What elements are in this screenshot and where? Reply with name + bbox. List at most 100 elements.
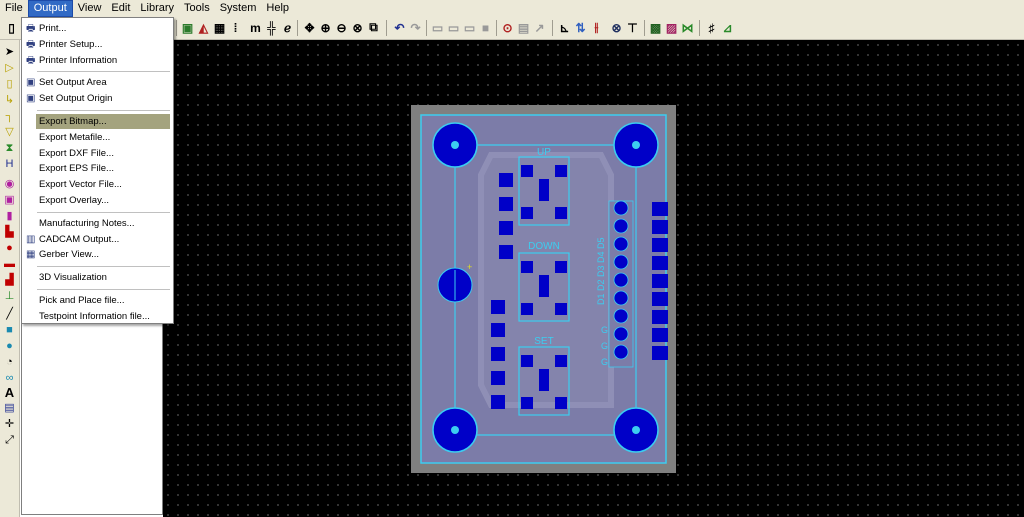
menu-item-export-eps-file[interactable]: Export EPS File... [23,161,171,176]
rectangle-icon[interactable]: ■ [3,324,16,337]
distribute-icon[interactable]: ■ [478,20,493,35]
zoom-out-icon[interactable]: ⊖ [334,20,349,35]
align-bottom-icon[interactable]: ▭ [462,20,477,35]
menu-edit[interactable]: Edit [106,0,135,17]
h-bridge-icon[interactable]: H [3,158,16,171]
part-icon[interactable]: ▯ [3,78,16,91]
label-g: G [601,325,608,335]
menu-view[interactable]: View [73,0,107,17]
menu-item-set-output-origin[interactable]: ▣ Set Output Origin [23,91,171,106]
menu-output[interactable]: Output [27,0,73,17]
menu-item-label: Gerber View... [39,249,100,261]
tag-icon[interactable]: ⊤ [625,20,640,35]
pad-stack-icon[interactable]: ▟ [3,274,16,287]
autoroute-icon[interactable]: ⋈ [680,20,695,35]
menu-item-cadcam-output[interactable]: ▥ CADCAM Output... [23,232,171,247]
select-arrow-icon[interactable]: ➤ [3,46,16,59]
menu-item-3d-visualization[interactable]: 3D Visualization [23,270,171,285]
grid-snap-icon[interactable]: ♯ [704,20,719,35]
printer-setup-icon: 🖶 [26,38,36,50]
menu-item-export-metafile[interactable]: Export Metafile... [23,130,171,145]
zoom-area-icon[interactable]: ⊗ [350,20,365,35]
menu-item-printer-setup[interactable]: 🖶 Printer Setup... [23,37,171,52]
undo-icon[interactable]: ↶ [392,20,407,35]
pcb-board[interactable]: + UP DOWN SET D1 D2 D3 D4 D5 G G G [411,105,676,473]
chart-icon[interactable]: ⊿ [720,20,735,35]
pad-rect-icon[interactable]: ▬ [3,258,16,271]
line-icon[interactable]: ╱ [3,308,16,321]
bucket-icon[interactable]: ▽ [3,126,16,139]
mounting-hole-center [632,141,640,149]
pad-shape-icon[interactable]: ▙ [3,226,16,239]
menu-separator [37,266,170,268]
query-icon[interactable]: ⊙ [500,20,515,35]
binoculars-icon[interactable]: ⊗ [609,20,624,35]
redo-icon[interactable]: ↷ [408,20,423,35]
menu-item-printer-information[interactable]: 🖶 Printer Information [23,53,171,68]
pan-icon[interactable]: ✥ [302,20,317,35]
menu-item-export-overlay[interactable]: Export Overlay... [23,193,171,208]
gerber-icon: ▦ [26,249,36,261]
trace-icon[interactable]: ┐ [3,110,16,123]
component-icon[interactable]: ▷ [3,62,16,75]
menu-help[interactable]: Help [261,0,294,17]
measure-icon[interactable]: m [248,20,263,35]
properties-icon[interactable]: ▤ [516,20,531,35]
toolbar-separator [426,20,427,36]
circle-icon[interactable]: ● [3,340,16,353]
pad-square-icon[interactable]: ▣ [3,194,16,207]
align-middle-icon[interactable]: ▭ [446,20,461,35]
menu-tools[interactable]: Tools [179,0,215,17]
capacitor-plus-mark: + [467,262,472,272]
menu-item-label: Set Output Origin [39,93,113,105]
menu-bar: File Output View Edit Library Tools System Help [0,0,1024,18]
arc-icon[interactable]: ◔ [3,356,16,369]
zoom-in-icon[interactable]: ⊕ [318,20,333,35]
drc-icon[interactable]: ⊾ [557,20,572,35]
align-top-icon[interactable]: ▭ [430,20,445,35]
menu-item-testpoint-information-file[interactable]: Testpoint Information file... [23,309,171,324]
test-point-icon[interactable]: ⊥ [3,290,16,303]
label-header: D1 D2 D3 D4 D5 [596,237,606,305]
menu-item-set-output-area[interactable]: ▣ Set Output Area [23,75,171,90]
label-g: G [601,357,608,367]
menu-item-export-dxf-file[interactable]: Export DXF File... [23,146,171,161]
menu-item-manufacturing-notes[interactable]: Manufacturing Notes... [23,216,171,231]
via-icon[interactable]: ● [3,242,16,255]
measure-tool-icon[interactable]: ⤢ [3,434,16,447]
pad-circle-icon[interactable]: ◉ [3,178,16,191]
new-icon[interactable]: ▯ [4,20,19,35]
layers-icon[interactable]: ▩ [648,20,663,35]
menu-item-gerber-view[interactable]: ▦ Gerber View... [23,247,171,262]
menu-item-label: Set Output Area [39,77,107,89]
menu-library[interactable]: Library [135,0,179,17]
hourglass-icon[interactable]: ⧗ [3,142,16,155]
text-icon[interactable]: A [3,386,16,399]
route-icon[interactable]: ↳ [3,94,16,107]
header-pads [608,200,634,368]
tool-icon[interactable]: ↗ [532,20,547,35]
ruler-icon[interactable]: ℯ [280,20,295,35]
grid-dots-icon[interactable]: ⁞ [228,20,243,35]
toolbar-separator [297,20,298,36]
origin-icon[interactable]: ✛ [3,418,16,431]
menu-item-pick-and-place-file[interactable]: Pick and Place file... [23,293,171,308]
menu-item-label: Print... [39,23,67,34]
grid-icon[interactable]: ▦ [212,20,227,35]
colors-icon[interactable]: ▨ [664,20,679,35]
polygon-icon[interactable]: ∞ [3,372,16,385]
menu-item-export-vector-file[interactable]: Export Vector File... [23,177,171,192]
menu-item-print[interactable]: 🖶 Print... [23,21,171,36]
net-icon[interactable]: ⇅ [573,20,588,35]
menu-file[interactable]: File [0,0,28,17]
ratsnest-icon[interactable]: ◭ [196,20,211,35]
printer-icon: 🖶 [26,23,36,34]
connect-icon[interactable]: ⫲ [589,20,604,35]
zoom-fit-icon[interactable]: ⧉ [366,20,381,35]
crosshair-icon[interactable]: ╬ [264,20,279,35]
menu-item-export-bitmap[interactable]: Export Bitmap... [36,114,170,129]
pad-oval-icon[interactable]: ▮ [3,210,16,223]
refresh-icon[interactable]: ▣ [180,20,195,35]
dimension-icon[interactable]: ▤ [3,402,16,415]
menu-system[interactable]: System [215,0,262,17]
